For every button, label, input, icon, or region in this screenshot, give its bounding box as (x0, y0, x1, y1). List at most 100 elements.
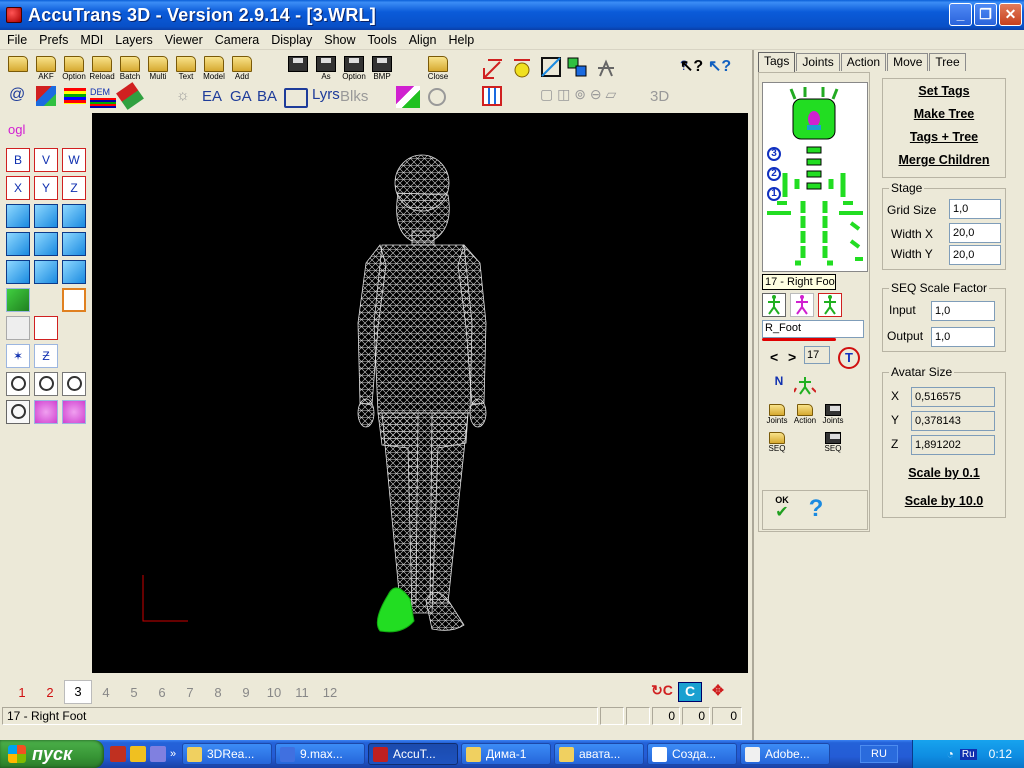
task-9max[interactable]: 9.max... (275, 743, 365, 765)
menu-display[interactable]: Display (266, 33, 319, 47)
language-indicator[interactable]: RU (860, 745, 898, 763)
task-3drea[interactable]: 3DRea... (182, 743, 272, 765)
help-topics-button[interactable]: ↖? (704, 54, 732, 82)
transform-tools-icon[interactable]: ? (480, 54, 692, 82)
help-button[interactable]: ? (803, 495, 829, 525)
next-tag-button[interactable]: > (788, 349, 796, 365)
menu-viewer[interactable]: Viewer (160, 33, 210, 47)
model-button[interactable]: Model (200, 54, 228, 82)
ba-button[interactable]: BA (257, 88, 277, 105)
open-seq-button[interactable]: SEQ (762, 432, 792, 460)
minimize-button[interactable]: _ (949, 3, 972, 26)
blks-button[interactable]: Blks (340, 88, 368, 105)
make-tree-button[interactable]: Make Tree (883, 103, 1005, 125)
ogl-button[interactable]: ogl (8, 122, 25, 137)
save-bmp-button[interactable]: BMP (368, 54, 396, 82)
snap-z-icon[interactable]: Ƶ (34, 344, 58, 368)
rotate-w-button[interactable]: W (62, 148, 86, 172)
camera-rotate-icon[interactable]: ↻C (650, 682, 674, 702)
rotate-x-button[interactable]: X (6, 176, 30, 200)
seq-input-field[interactable]: 1,0 (931, 301, 995, 321)
view-cube-2-icon[interactable] (34, 204, 58, 228)
quick-launch-app-icon[interactable] (110, 746, 126, 762)
set-tags-button[interactable]: Set Tags (883, 80, 1005, 102)
layer-5-tab[interactable]: 5 (120, 685, 148, 700)
lyrs-button[interactable]: Lyrs (312, 86, 340, 103)
at-button[interactable]: @ (9, 86, 25, 104)
menu-align[interactable]: Align (404, 33, 444, 47)
menu-file[interactable]: File (2, 33, 34, 47)
ea-button[interactable]: EA (202, 88, 222, 105)
maximize-button[interactable]: ❐ (974, 3, 997, 26)
zoom-window-icon[interactable] (6, 400, 30, 424)
task-accutrans[interactable]: AccuT... (368, 743, 458, 765)
quick-launch-tool-icon[interactable] (130, 746, 146, 762)
tag-number-field[interactable]: 17 (804, 346, 830, 364)
layer-10-tab[interactable]: 10 (260, 685, 288, 700)
menu-help[interactable]: Help (444, 33, 482, 47)
menu-camera[interactable]: Camera (210, 33, 266, 47)
menu-show[interactable]: Show (319, 33, 362, 47)
zoom-out-icon[interactable] (34, 372, 58, 396)
rotate-z-button[interactable]: Z (62, 176, 86, 200)
3d-viewport[interactable] (92, 113, 748, 673)
layer-8-tab[interactable]: 8 (204, 685, 232, 700)
rotate-b-button[interactable]: B (6, 148, 30, 172)
app-icon[interactable] (6, 7, 22, 23)
save-joints-button[interactable]: Joints (818, 404, 848, 432)
layer-1-tab[interactable]: 1 (8, 685, 36, 700)
seq-output-field[interactable]: 1,0 (931, 327, 995, 347)
view-cube-1-icon[interactable] (6, 204, 30, 228)
task-adobe[interactable]: Adobe... (740, 743, 830, 765)
layer-6-tab[interactable]: 6 (148, 685, 176, 700)
scale-by-10-button[interactable]: Scale by 10.0 (883, 490, 1005, 512)
figure-select-button[interactable] (818, 293, 842, 317)
view-cube-9-icon[interactable] (62, 260, 86, 284)
camera-reset-icon[interactable]: C (678, 682, 702, 702)
group-icon[interactable] (284, 88, 308, 108)
layer-4-tab[interactable]: 4 (92, 685, 120, 700)
save-option-button[interactable]: Option (340, 54, 368, 82)
save-as-button[interactable]: As (312, 54, 340, 82)
tags-tree-button[interactable]: Tags + Tree (883, 126, 1005, 148)
menu-tools[interactable]: Tools (363, 33, 404, 47)
tab-tags[interactable]: Tags (758, 52, 796, 72)
view-cube-7-icon[interactable] (6, 260, 30, 284)
select-tool-icon[interactable] (6, 288, 30, 312)
open-joints-button[interactable]: Joints (762, 404, 792, 432)
level-2-badge[interactable]: 2 (767, 167, 781, 181)
batch-button[interactable]: Batch (116, 54, 144, 82)
figure-arrows-button[interactable] (790, 374, 820, 402)
avatar-tag-map[interactable]: 3 2 1 (762, 82, 868, 272)
tab-joints[interactable]: Joints (796, 53, 840, 71)
open-option-button[interactable]: Option (60, 54, 88, 82)
task-avatar[interactable]: авата... (554, 743, 644, 765)
3d-button[interactable]: 3D (650, 88, 669, 105)
open-button[interactable] (4, 54, 32, 82)
zoom-all-icon[interactable] (62, 400, 86, 424)
color-bars-icon[interactable] (64, 88, 86, 104)
figure-magenta-button[interactable] (790, 293, 814, 317)
quick-launch-media-icon[interactable] (150, 746, 166, 762)
view-cube-3-icon[interactable] (62, 204, 86, 228)
width-x-input[interactable]: 20,0 (949, 223, 1001, 243)
rotate-y-button[interactable]: Y (34, 176, 58, 200)
dem-button[interactable]: DEM (90, 84, 116, 108)
level-1-badge[interactable]: 1 (767, 187, 781, 201)
task-dima[interactable]: Дима-1 (461, 743, 551, 765)
layers-icon[interactable] (36, 86, 56, 106)
layer-9-tab[interactable]: 9 (232, 685, 260, 700)
close-button[interactable]: ✕ (999, 3, 1022, 26)
help-cursor-button[interactable]: ↖? (676, 54, 704, 82)
tab-tree[interactable]: Tree (929, 53, 966, 71)
level-3-badge[interactable]: 3 (767, 147, 781, 161)
tab-action[interactable]: Action (840, 53, 887, 71)
snap-x-icon[interactable]: ✶ (6, 344, 30, 368)
figure-green-button[interactable] (762, 293, 786, 317)
open-action-button[interactable]: Action (790, 404, 820, 432)
tab-move[interactable]: Move (887, 53, 929, 71)
save-button[interactable] (284, 54, 312, 82)
volume-icon[interactable]: ◔ (947, 747, 954, 761)
ok-button[interactable]: OK ✔ (769, 495, 795, 525)
zoom-extents-icon[interactable] (34, 400, 58, 424)
